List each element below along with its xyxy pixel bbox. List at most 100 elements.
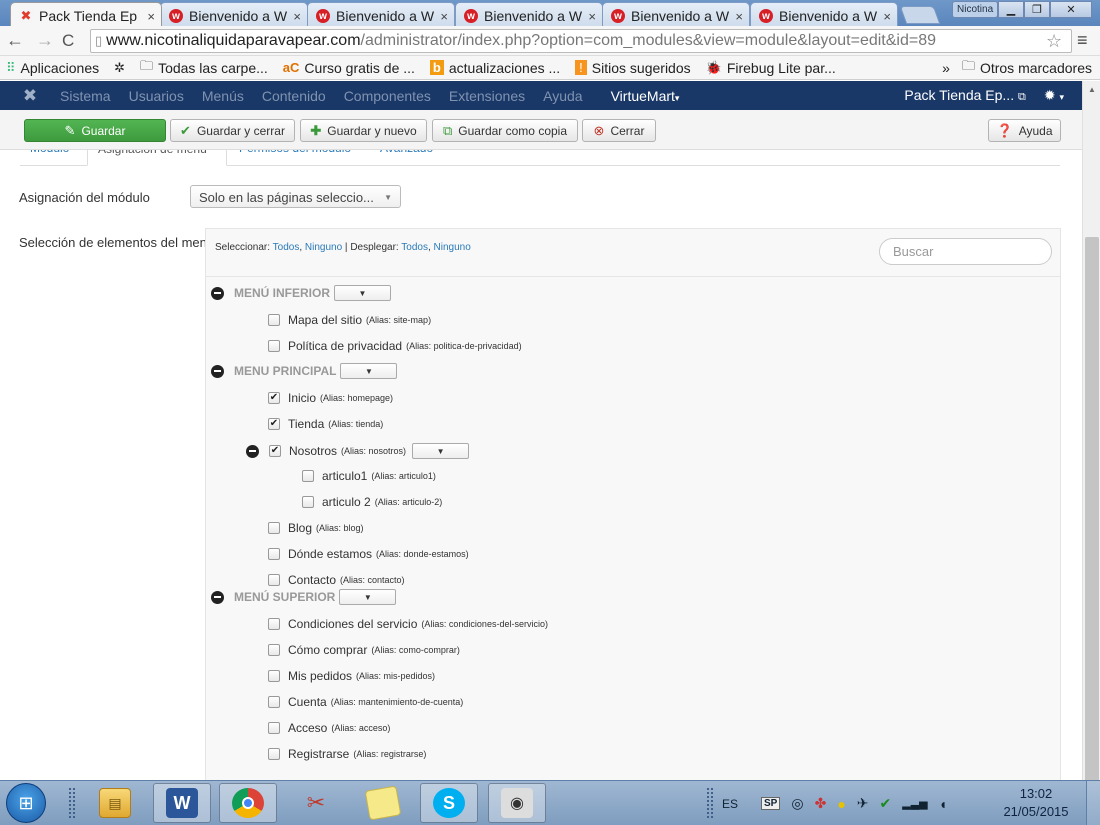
chrome-icon[interactable]: [219, 783, 277, 823]
bookmark-curso[interactable]: aC Curso gratis de ...: [283, 60, 415, 76]
browser-tab[interactable]: w Bienvenido a W ×: [750, 2, 898, 26]
menu-item-checkbox[interactable]: [268, 722, 280, 734]
nav-contenido[interactable]: Contenido: [262, 88, 326, 104]
more-bookmarks-icon[interactable]: »: [942, 60, 950, 76]
site-link[interactable]: Pack Tienda Ep... ⧉: [904, 87, 1025, 104]
bookmark-gear[interactable]: ✲: [114, 60, 125, 76]
expand-all-link[interactable]: Todos: [401, 242, 428, 253]
assignment-select[interactable]: Solo en las páginas seleccio... ▼: [190, 185, 401, 208]
collapse-icon[interactable]: [211, 590, 224, 604]
bookmark-folder[interactable]: 🗀 Todas las carpe...: [140, 57, 268, 79]
save-button[interactable]: ✎ Guardar: [24, 119, 166, 142]
nav-componentes[interactable]: Componentes: [344, 88, 431, 104]
joomla-logo-icon[interactable]: ✖: [0, 86, 60, 106]
camera-icon[interactable]: ◉: [488, 783, 546, 823]
reload-icon[interactable]: C: [62, 31, 74, 51]
close-window-button[interactable]: ✕: [1050, 1, 1092, 18]
nav-sistema[interactable]: Sistema: [60, 88, 111, 104]
back-icon[interactable]: ←: [6, 30, 24, 51]
tray-check-icon[interactable]: ✔: [880, 795, 892, 812]
menu-item-checkbox[interactable]: [268, 314, 280, 326]
scroll-up-icon[interactable]: ▲: [1088, 85, 1096, 94]
tray-lemon-icon[interactable]: ●: [837, 796, 845, 812]
browser-tab[interactable]: w Bienvenido a W ×: [160, 2, 308, 26]
tray-plane-icon[interactable]: ✈: [857, 795, 869, 812]
bookmark-firebug[interactable]: 🐞 Firebug Lite par...: [706, 60, 836, 76]
close-icon[interactable]: ×: [883, 9, 891, 24]
tray-puzzle-icon[interactable]: ✤: [815, 795, 827, 812]
bookmark-star-icon[interactable]: ☆: [1046, 31, 1062, 52]
bookmark-sitios[interactable]: ! Sitios sugeridos: [575, 60, 691, 76]
select-none-link[interactable]: Ninguno: [305, 242, 342, 253]
menu-item-checkbox[interactable]: [268, 748, 280, 760]
snipping-icon[interactable]: ✂: [287, 783, 345, 823]
menu-item-checkbox[interactable]: ✔: [268, 418, 280, 430]
nav-ayuda[interactable]: Ayuda: [543, 88, 582, 104]
nav-virtuemart[interactable]: VirtueMart▾: [611, 88, 680, 104]
bookmark-other[interactable]: 🗀 Otros marcadores: [962, 57, 1092, 79]
menu-item-checkbox[interactable]: ✔: [268, 392, 280, 404]
skype-icon[interactable]: S: [420, 783, 478, 823]
nav-menus[interactable]: Menús: [202, 88, 244, 104]
browser-tab[interactable]: w Bienvenido a W ×: [307, 2, 455, 26]
bookmark-apps[interactable]: ⠿ Aplicaciones: [6, 60, 99, 76]
menu-item-checkbox[interactable]: [268, 574, 280, 586]
collapse-icon[interactable]: [211, 364, 224, 378]
menu-options-dropdown[interactable]: ▼: [334, 285, 391, 301]
tab-modulo[interactable]: Módulo: [20, 150, 79, 166]
browser-tab[interactable]: w Bienvenido a W ×: [455, 2, 603, 26]
url-input[interactable]: ▯ www.nicotinaliquidaparavapear.com/admi…: [90, 29, 1072, 53]
help-button[interactable]: ❓ Ayuda: [988, 119, 1061, 142]
tray-app-icon[interactable]: ◎: [791, 795, 803, 812]
search-input[interactable]: Buscar: [879, 238, 1052, 265]
menu-item-checkbox[interactable]: [268, 522, 280, 534]
menu-item-checkbox[interactable]: [268, 696, 280, 708]
close-icon[interactable]: ×: [293, 9, 301, 24]
close-icon[interactable]: ×: [440, 9, 448, 24]
bookmark-actualizaciones[interactable]: b actualizaciones ...: [429, 60, 560, 76]
nav-extensiones[interactable]: Extensiones: [449, 88, 525, 104]
profile-button[interactable]: Nicotina: [952, 1, 999, 18]
browser-tab[interactable]: w Bienvenido a W ×: [602, 2, 750, 26]
expand-none-link[interactable]: Ninguno: [434, 242, 471, 253]
nav-usuarios[interactable]: Usuarios: [129, 88, 184, 104]
menu-item-checkbox[interactable]: [268, 618, 280, 630]
new-tab-button[interactable]: [899, 6, 941, 24]
page-scrollbar[interactable]: ▲: [1082, 81, 1100, 825]
save-copy-button[interactable]: ⧉ Guardar como copia: [432, 119, 578, 142]
word-icon[interactable]: W: [153, 783, 211, 823]
menu-item-checkbox[interactable]: ✔: [269, 445, 281, 457]
menu-item-checkbox[interactable]: [268, 644, 280, 656]
language-indicator[interactable]: ES: [722, 797, 738, 811]
network-icon[interactable]: ▂▃▅: [902, 797, 927, 810]
minimize-button[interactable]: ▁: [998, 1, 1024, 18]
save-close-button[interactable]: ✔ Guardar y cerrar: [170, 119, 295, 142]
sp-indicator[interactable]: SP: [761, 797, 781, 810]
tab-avanzado[interactable]: Avanzado: [370, 150, 443, 166]
user-gear-icon[interactable]: ✹ ▾: [1044, 87, 1064, 104]
menu-item-checkbox[interactable]: [302, 496, 314, 508]
explorer-icon[interactable]: ▤: [86, 783, 144, 823]
save-new-button[interactable]: ✚ Guardar y nuevo: [300, 119, 427, 142]
chrome-menu-icon[interactable]: ≡: [1077, 30, 1088, 51]
close-icon[interactable]: ×: [735, 9, 743, 24]
collapse-icon[interactable]: [246, 444, 259, 458]
scroll-thumb[interactable]: [1085, 237, 1099, 825]
show-desktop-button[interactable]: [1086, 781, 1100, 825]
browser-tab-pack-tienda[interactable]: ✖ Pack Tienda Ep ×: [10, 2, 162, 26]
menu-options-dropdown[interactable]: ▼: [340, 363, 398, 379]
close-icon[interactable]: ×: [588, 9, 596, 24]
close-button[interactable]: ⊗ Cerrar: [582, 119, 656, 142]
menu-item-checkbox[interactable]: [268, 340, 280, 352]
tab-permisos[interactable]: Permisos del módulo: [229, 150, 361, 166]
collapse-icon[interactable]: [211, 286, 224, 300]
menu-options-dropdown[interactable]: ▼: [412, 443, 470, 459]
menu-options-dropdown[interactable]: ▼: [339, 589, 397, 605]
close-icon[interactable]: ×: [147, 9, 155, 24]
start-button[interactable]: ⊞: [6, 783, 46, 823]
menu-item-checkbox[interactable]: [268, 670, 280, 682]
select-all-link[interactable]: Todos: [273, 242, 300, 253]
menu-item-checkbox[interactable]: [268, 548, 280, 560]
tab-asignacion-menu[interactable]: Asignación de menú: [87, 150, 227, 166]
maximize-button[interactable]: ❐: [1024, 1, 1050, 18]
